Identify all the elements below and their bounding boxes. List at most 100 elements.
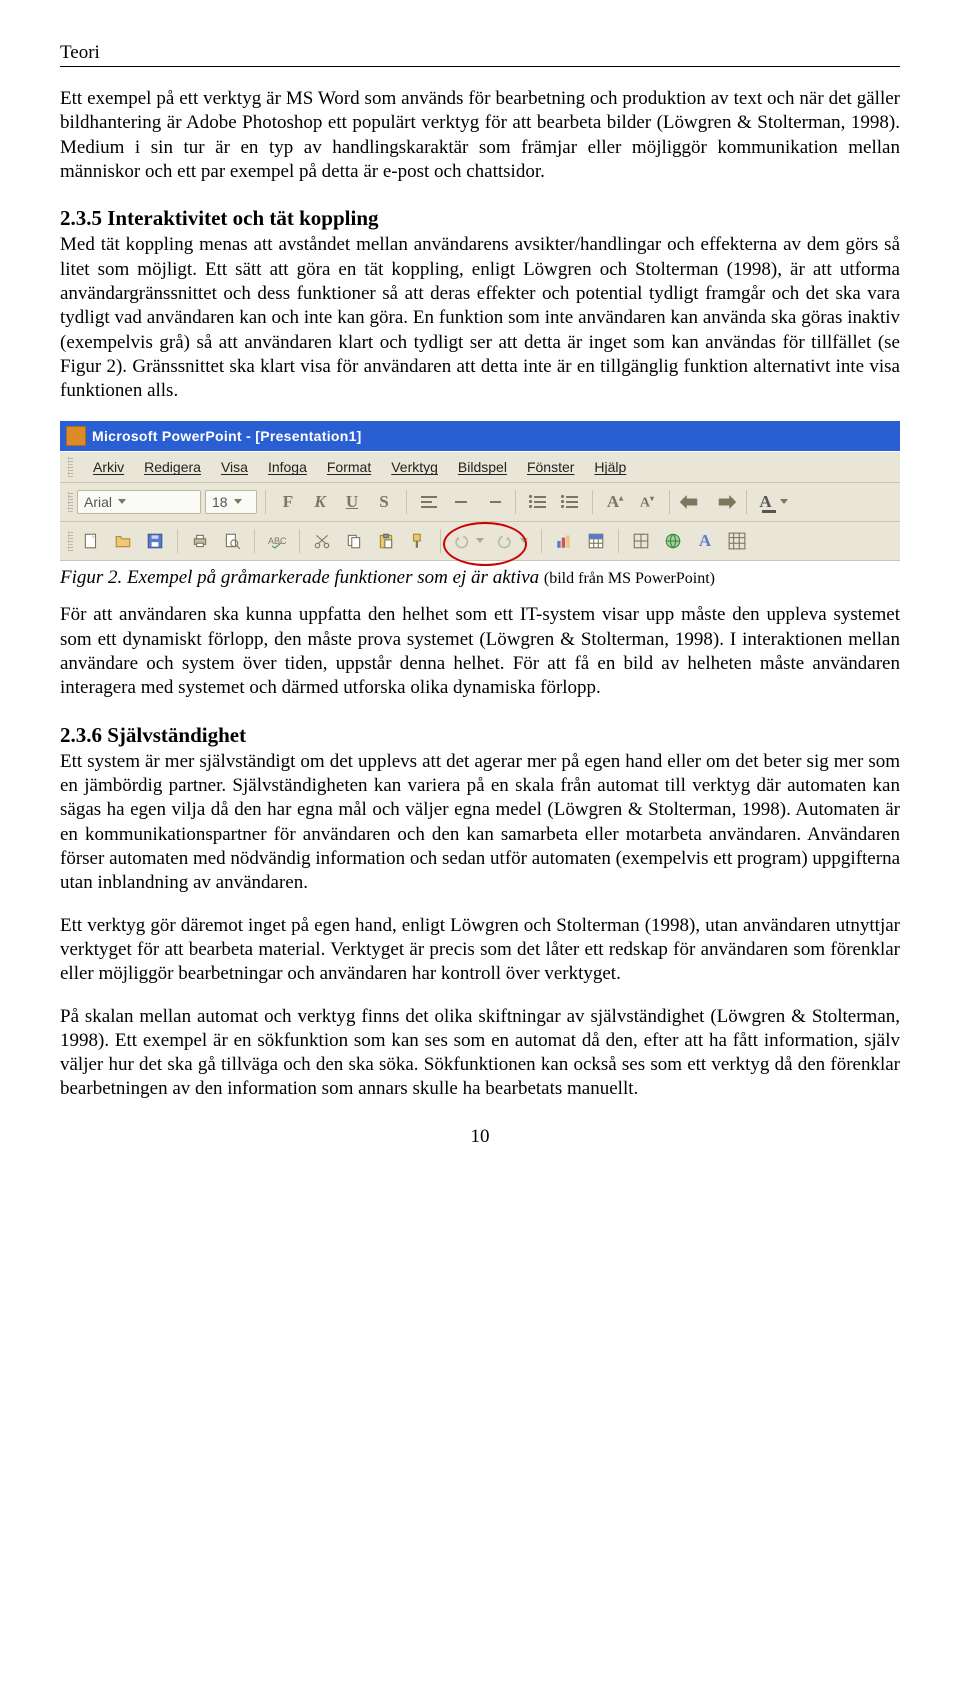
bold-button[interactable]: F <box>274 489 302 515</box>
menu-hjalp[interactable]: Hjälp <box>594 459 626 475</box>
font-color-button[interactable]: A <box>755 489 795 515</box>
insert-table-button[interactable] <box>582 528 610 554</box>
increase-font-button[interactable]: A▴ <box>601 489 629 515</box>
tables-borders-icon <box>632 532 650 550</box>
indent-icon <box>710 488 738 516</box>
copy-icon <box>345 532 363 550</box>
gripper-icon <box>68 457 73 477</box>
new-file-icon <box>82 532 100 550</box>
font-size-dropdown[interactable]: 18 <box>205 490 257 514</box>
chart-icon <box>555 532 573 550</box>
menu-arkiv[interactable]: Arkiv <box>93 459 124 475</box>
clipboard-icon <box>377 532 395 550</box>
font-name-value: Arial <box>84 494 112 510</box>
cut-button[interactable] <box>308 528 336 554</box>
page-header: Teori <box>60 42 900 67</box>
format-painter-button[interactable] <box>404 528 432 554</box>
decrease-indent-button[interactable] <box>678 489 706 515</box>
separator <box>541 529 542 553</box>
pp-title-text: Microsoft PowerPoint - [Presentation1] <box>92 428 362 444</box>
align-center-button[interactable] <box>447 489 475 515</box>
pp-formatting-toolbar: Arial 18 F K U S <box>60 483 900 522</box>
pp-standard-toolbar: ABC <box>60 522 900 561</box>
table-icon <box>587 532 605 550</box>
open-folder-icon <box>114 532 132 550</box>
show-formatting-button[interactable]: A <box>691 528 719 554</box>
tables-borders-button[interactable] <box>627 528 655 554</box>
separator <box>254 529 255 553</box>
globe-icon <box>664 532 682 550</box>
print-preview-button[interactable] <box>218 528 246 554</box>
decrease-font-button[interactable]: A▾ <box>633 489 661 515</box>
menu-visa[interactable]: Visa <box>221 459 248 475</box>
menu-bildspel[interactable]: Bildspel <box>458 459 507 475</box>
font-name-dropdown[interactable]: Arial <box>77 490 201 514</box>
separator <box>265 490 266 514</box>
separator <box>669 490 670 514</box>
outdent-icon <box>678 488 706 516</box>
separator <box>592 490 593 514</box>
increase-indent-button[interactable] <box>710 489 738 515</box>
magnifier-page-icon <box>223 532 241 550</box>
separator <box>746 490 747 514</box>
paragraph-1: Ett exempel på ett verktyg är MS Word so… <box>60 87 900 184</box>
section-title-2: 2.3.6 Självständighet <box>60 723 900 748</box>
gripper-icon <box>68 492 73 512</box>
italic-button[interactable]: K <box>306 489 334 515</box>
align-right-button[interactable] <box>479 489 507 515</box>
undo-icon <box>452 532 470 550</box>
section-title-1: 2.3.5 Interaktivitet och tät koppling <box>60 206 900 231</box>
undo-button <box>449 528 489 554</box>
pp-menubar: Arkiv Redigera Visa Infoga Format Verkty… <box>60 451 900 483</box>
powerpoint-logo-icon <box>66 426 86 446</box>
paste-button[interactable] <box>372 528 400 554</box>
insert-chart-button[interactable] <box>550 528 578 554</box>
paragraph-6: På skalan mellan automat och verktyg fin… <box>60 1005 900 1102</box>
bulleted-list-button[interactable] <box>556 489 584 515</box>
chevron-down-icon <box>778 495 791 509</box>
svg-text:ABC: ABC <box>268 536 286 546</box>
menu-verktyg[interactable]: Verktyg <box>391 459 438 475</box>
underline-button[interactable]: U <box>338 489 366 515</box>
paragraph-4: Ett system är mer självständigt om det u… <box>60 750 900 896</box>
separator <box>406 490 407 514</box>
figure-powerpoint: Microsoft PowerPoint - [Presentation1] A… <box>60 421 900 561</box>
print-button[interactable] <box>186 528 214 554</box>
chevron-down-icon <box>232 495 245 509</box>
copy-button[interactable] <box>340 528 368 554</box>
show-grid-button[interactable] <box>723 528 751 554</box>
save-floppy-icon <box>146 532 164 550</box>
separator <box>177 529 178 553</box>
redo-icon <box>496 532 514 550</box>
separator <box>515 490 516 514</box>
gripper-icon <box>68 531 73 551</box>
chevron-down-icon <box>116 495 129 509</box>
menu-format[interactable]: Format <box>327 459 371 475</box>
insert-hyperlink-button[interactable] <box>659 528 687 554</box>
paragraph-2: Med tät koppling menas att avståndet mel… <box>60 233 900 403</box>
numbered-list-button[interactable] <box>524 489 552 515</box>
paragraph-3: För att användaren ska kunna uppfatta de… <box>60 603 900 700</box>
open-button[interactable] <box>109 528 137 554</box>
page-number: 10 <box>60 1126 900 1148</box>
separator <box>299 529 300 553</box>
separator <box>440 529 441 553</box>
menu-redigera[interactable]: Redigera <box>144 459 201 475</box>
menu-fonster[interactable]: Fönster <box>527 459 574 475</box>
align-left-button[interactable] <box>415 489 443 515</box>
spellcheck-icon: ABC <box>268 532 286 550</box>
text-shadow-button[interactable]: S <box>370 489 398 515</box>
printer-icon <box>191 532 209 550</box>
save-button[interactable] <box>141 528 169 554</box>
undo-redo-highlight <box>449 528 533 554</box>
paintbrush-icon <box>409 532 427 550</box>
menu-infoga[interactable]: Infoga <box>268 459 307 475</box>
chevron-down-icon <box>518 534 531 548</box>
spellcheck-button[interactable]: ABC <box>263 528 291 554</box>
font-size-value: 18 <box>212 494 228 510</box>
pp-titlebar: Microsoft PowerPoint - [Presentation1] <box>60 421 900 451</box>
scissors-icon <box>313 532 331 550</box>
new-button[interactable] <box>77 528 105 554</box>
separator <box>618 529 619 553</box>
redo-button <box>493 528 533 554</box>
